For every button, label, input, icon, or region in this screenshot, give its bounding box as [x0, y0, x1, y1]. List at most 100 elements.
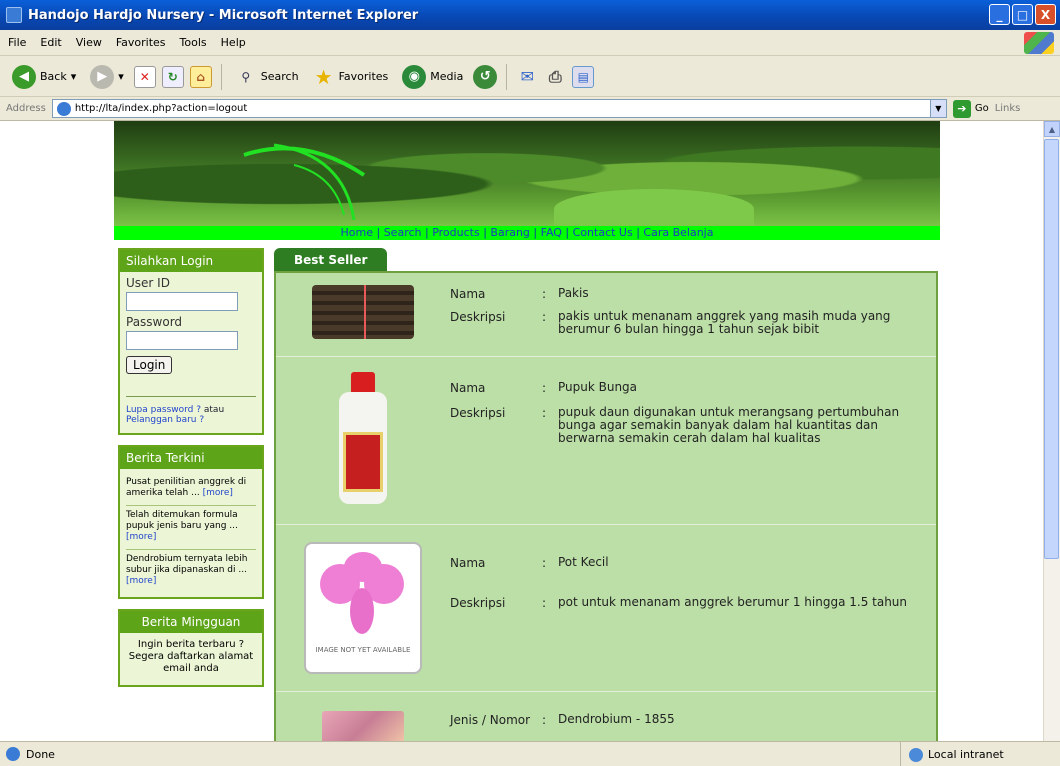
nav-contact[interactable]: Contact Us — [573, 226, 633, 239]
product-type: Dendrobium - 1855 — [558, 712, 675, 726]
nav-search[interactable]: Search — [384, 226, 422, 239]
user-id-label: User ID — [126, 276, 170, 290]
menu-favorites[interactable]: Favorites — [116, 36, 166, 49]
product-desc: pakis untuk menanam anggrek yang masih m… — [558, 309, 891, 336]
product-image-pakis[interactable] — [312, 285, 414, 339]
home-icon[interactable]: ⌂ — [189, 65, 212, 88]
star-icon: ★ — [314, 64, 333, 89]
menu-view[interactable]: View — [76, 36, 102, 49]
banner-lawn — [554, 189, 754, 226]
vertical-scrollbar[interactable]: ▲ — [1043, 121, 1060, 741]
login-title: Silahkan Login — [120, 250, 262, 272]
product-image-placeholder[interactable]: IMAGE NOT YET AVAILABLE — [304, 542, 422, 674]
nav-products[interactable]: Products — [432, 226, 480, 239]
best-seller-panel: Nama : Pakis Deskripsi : pakis untuk men… — [274, 271, 938, 741]
window-title: Handojo Hardjo Nursery - Microsoft Inter… — [28, 7, 419, 23]
product-desc-row: Deskripsi : pupuk daun digunakan untuk m… — [450, 406, 930, 445]
minimize-button[interactable]: _ — [989, 4, 1010, 25]
menu-bar: File Edit View Favorites Tools Help — [0, 30, 1060, 56]
more-link[interactable]: [more] — [126, 532, 156, 542]
colon: : — [542, 310, 547, 324]
menu-tools[interactable]: Tools — [180, 36, 207, 49]
product-image-dendrobium[interactable] — [322, 711, 404, 741]
desc-label: Deskripsi — [450, 596, 506, 610]
chevron-down-icon: ▾ — [70, 70, 77, 83]
menu-help[interactable]: Help — [221, 36, 246, 49]
header-banner — [114, 121, 940, 226]
menu-file[interactable]: File — [8, 36, 26, 49]
page-viewport: Home | Search | Products | Barang | FAQ … — [0, 121, 1043, 741]
login-button[interactable]: Login — [126, 356, 173, 374]
forward-button[interactable]: ▶ ▾ — [86, 62, 128, 92]
product-desc: pupuk daun digunakan untuk merangsang pe… — [558, 405, 900, 445]
scroll-thumb[interactable] — [1044, 139, 1059, 559]
news-item: Telah ditemukan formula pupuk jenis baru… — [126, 506, 256, 550]
back-arrow-icon: ◀ — [12, 64, 36, 89]
scroll-up-icon[interactable]: ▲ — [1044, 121, 1060, 137]
password-input[interactable] — [126, 331, 238, 350]
nav-faq[interactable]: FAQ — [541, 226, 562, 239]
login-box: Silahkan Login User ID Password Login Lu… — [118, 248, 264, 435]
product-image-pupuk[interactable] — [335, 372, 391, 508]
refresh-icon[interactable]: ↻ — [161, 65, 184, 88]
history-icon[interactable]: ↺ — [473, 64, 498, 89]
more-link[interactable]: [more] — [203, 488, 233, 498]
main-content: Best Seller Nama : Pakis Deskripsi : pak… — [274, 248, 938, 741]
status-text: Done — [26, 747, 55, 761]
divider — [126, 396, 256, 397]
left-sidebar: Silahkan Login User ID Password Login Lu… — [118, 248, 264, 697]
favorites-label: Favorites — [338, 70, 389, 83]
news-box: Berita Terkini Pusat penilitian anggrek … — [118, 445, 264, 599]
password-label: Password — [126, 315, 183, 329]
windows-logo-icon — [1024, 32, 1054, 54]
maximize-button[interactable]: □ — [1012, 4, 1033, 25]
nav-barang[interactable]: Barang — [490, 226, 530, 239]
print-icon[interactable]: ⎙ — [544, 66, 566, 88]
page-done-icon — [6, 747, 20, 761]
new-customer-link[interactable]: Pelanggan baru ? — [126, 415, 204, 425]
colon: : — [542, 381, 547, 395]
address-bar: Address http://lta/index.php?action=logo… — [0, 97, 1060, 121]
or-text: atau — [203, 405, 225, 415]
title-bar: Handojo Hardjo Nursery - Microsoft Inter… — [0, 0, 1060, 30]
name-label: Nama — [450, 381, 486, 395]
more-link[interactable]: [more] — [126, 576, 156, 586]
product-desc-row: Deskripsi : pakis untuk menanam anggrek … — [450, 310, 930, 336]
product-name-row: Nama : Pot Kecil — [450, 556, 930, 571]
go-button[interactable]: ➔ Go — [952, 99, 989, 118]
forgot-password-link[interactable]: Lupa password ? — [126, 405, 201, 415]
colon: : — [542, 556, 547, 570]
stop-icon[interactable]: ✕ — [133, 65, 156, 88]
mail-icon[interactable]: ✉ — [516, 66, 538, 88]
user-id-input[interactable] — [126, 292, 238, 311]
product-name: Pakis — [558, 286, 589, 300]
product-row: Nama : Pakis Deskripsi : pakis untuk men… — [276, 273, 936, 357]
ie-page-icon — [56, 101, 71, 116]
go-label: Go — [974, 103, 989, 114]
toolbar: ◀ Back ▾ ▶ ▾ ✕ ↻ ⌂ ⚲ Search ★ Favorites … — [0, 57, 1060, 97]
address-dropdown-icon[interactable]: ▼ — [929, 100, 946, 117]
image-not-available-text: IMAGE NOT YET AVAILABLE — [315, 646, 411, 654]
zone-text: Local intranet — [928, 748, 1004, 761]
nav-cara-belanja[interactable]: Cara Belanja — [643, 226, 713, 239]
nav-home[interactable]: Home — [341, 226, 373, 239]
news-item: Pusat penilitian anggrek di amerika tela… — [126, 473, 256, 506]
address-input[interactable]: http://lta/index.php?action=logout ▼ — [51, 99, 947, 118]
weekly-title: Berita Mingguan — [120, 611, 262, 633]
desc-label: Deskripsi — [450, 310, 506, 324]
search-button[interactable]: ⚲ Search — [231, 62, 303, 92]
media-button[interactable]: ◉ Media — [398, 62, 467, 92]
main-nav: Home | Search | Products | Barang | FAQ … — [114, 226, 940, 240]
weekly-news-box: Berita Mingguan Ingin berita terbaru ? S… — [118, 609, 264, 687]
tab-best-seller[interactable]: Best Seller — [274, 248, 388, 272]
close-button[interactable]: X — [1035, 4, 1056, 25]
edit-icon[interactable]: ▤ — [572, 65, 595, 88]
nursery-logo-swoosh — [243, 143, 366, 221]
product-desc: pot untuk menanam anggrek berumur 1 hing… — [558, 595, 908, 609]
links-button[interactable]: Links — [995, 103, 1021, 114]
favorites-button[interactable]: ★ Favorites — [309, 62, 393, 92]
back-button[interactable]: ◀ Back ▾ — [8, 62, 80, 92]
menu-edit[interactable]: Edit — [40, 36, 61, 49]
ie-app-icon — [6, 7, 22, 23]
colon: : — [542, 287, 547, 301]
